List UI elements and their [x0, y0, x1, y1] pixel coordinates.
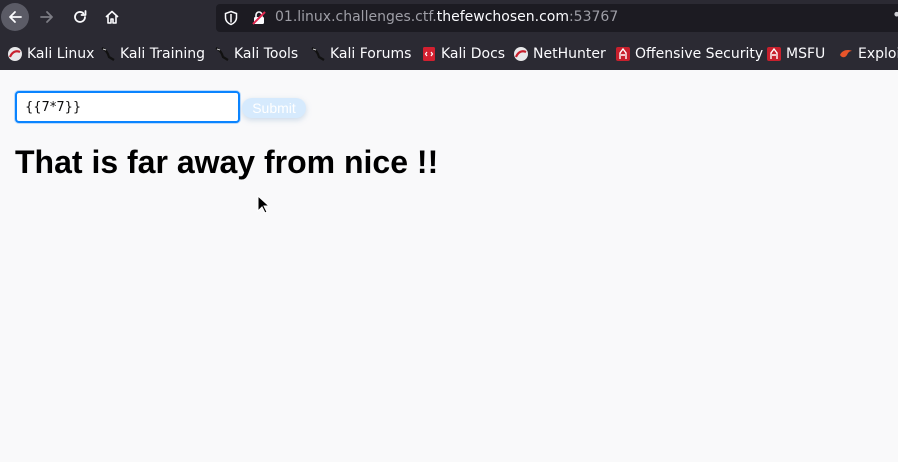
back-button[interactable] — [1, 3, 29, 31]
bookmark-kali-forums[interactable]: Kali Forums — [310, 45, 411, 63]
submit-button[interactable]: Submit — [242, 98, 306, 118]
reload-button[interactable] — [66, 3, 94, 31]
mouse-cursor-icon — [257, 195, 271, 214]
bookmark-label: Offensive Security — [635, 46, 764, 62]
kali-dragon-icon — [100, 46, 116, 62]
exploit-db-icon — [838, 46, 854, 62]
browser-toolbar: 01.linux.challenges.ctf.thefewchosen.com… — [0, 0, 898, 36]
offsec-icon — [615, 46, 631, 62]
url-domain: thefewchosen.com — [436, 9, 569, 25]
bookmark-kali-tools[interactable]: Kali Tools — [214, 45, 298, 63]
nethunter-icon — [513, 46, 529, 62]
arrow-right-icon — [40, 11, 53, 23]
kali-dragon-icon — [310, 46, 326, 62]
bookmark-label: Kali Tools — [234, 46, 299, 62]
bookmark-label: Exploit — [858, 46, 898, 62]
home-icon — [105, 10, 119, 24]
bookmark-nethunter[interactable]: NetHunter — [513, 45, 606, 63]
payload-input[interactable] — [15, 91, 240, 123]
page-actions-icon[interactable]: • — [892, 5, 898, 24]
url-text: 01.linux.challenges.ctf.thefewchosen.com… — [275, 9, 618, 25]
forward-button[interactable] — [33, 3, 61, 31]
home-button[interactable] — [98, 3, 126, 31]
kali-icon — [7, 46, 23, 62]
bookmark-offensive-security[interactable]: Offensive Security — [615, 45, 763, 63]
bookmark-kali-docs[interactable]: Kali Docs — [421, 45, 505, 63]
result-message: That is far away from nice !! — [15, 144, 439, 180]
url-port: :53767 — [568, 9, 619, 25]
url-prefix: 01.linux.challenges.ctf. — [275, 9, 437, 25]
tracking-shield-icon[interactable] — [223, 10, 239, 30]
arrow-left-icon — [9, 11, 22, 23]
browser-chrome: 01.linux.challenges.ctf.thefewchosen.com… — [0, 0, 898, 70]
bookmark-label: Kali Docs — [441, 46, 506, 62]
kali-dragon-icon — [214, 46, 230, 62]
page-content: Submit That is far away from nice !! — [0, 70, 898, 462]
bookmark-label: Kali Training — [120, 46, 205, 62]
bookmark-exploit-db[interactable]: Exploit — [838, 45, 898, 63]
bookmark-label: NetHunter — [533, 46, 606, 62]
bookmark-kali-training[interactable]: Kali Training — [100, 45, 205, 63]
bookmark-kali-linux[interactable]: Kali Linux — [7, 45, 94, 63]
insecure-lock-icon[interactable] — [251, 10, 267, 30]
address-bar[interactable]: 01.linux.challenges.ctf.thefewchosen.com… — [216, 4, 898, 32]
docs-icon — [421, 46, 437, 62]
bookmarks-toolbar: Kali Linux Kali Training Kali Tools Kali… — [0, 36, 898, 70]
bookmark-msfu[interactable]: MSFU — [766, 45, 825, 63]
bookmark-label: Kali Linux — [27, 46, 95, 62]
bookmark-label: MSFU — [786, 46, 826, 62]
bookmark-label: Kali Forums — [330, 46, 412, 62]
reload-icon — [74, 10, 87, 23]
offsec-icon — [766, 46, 782, 62]
